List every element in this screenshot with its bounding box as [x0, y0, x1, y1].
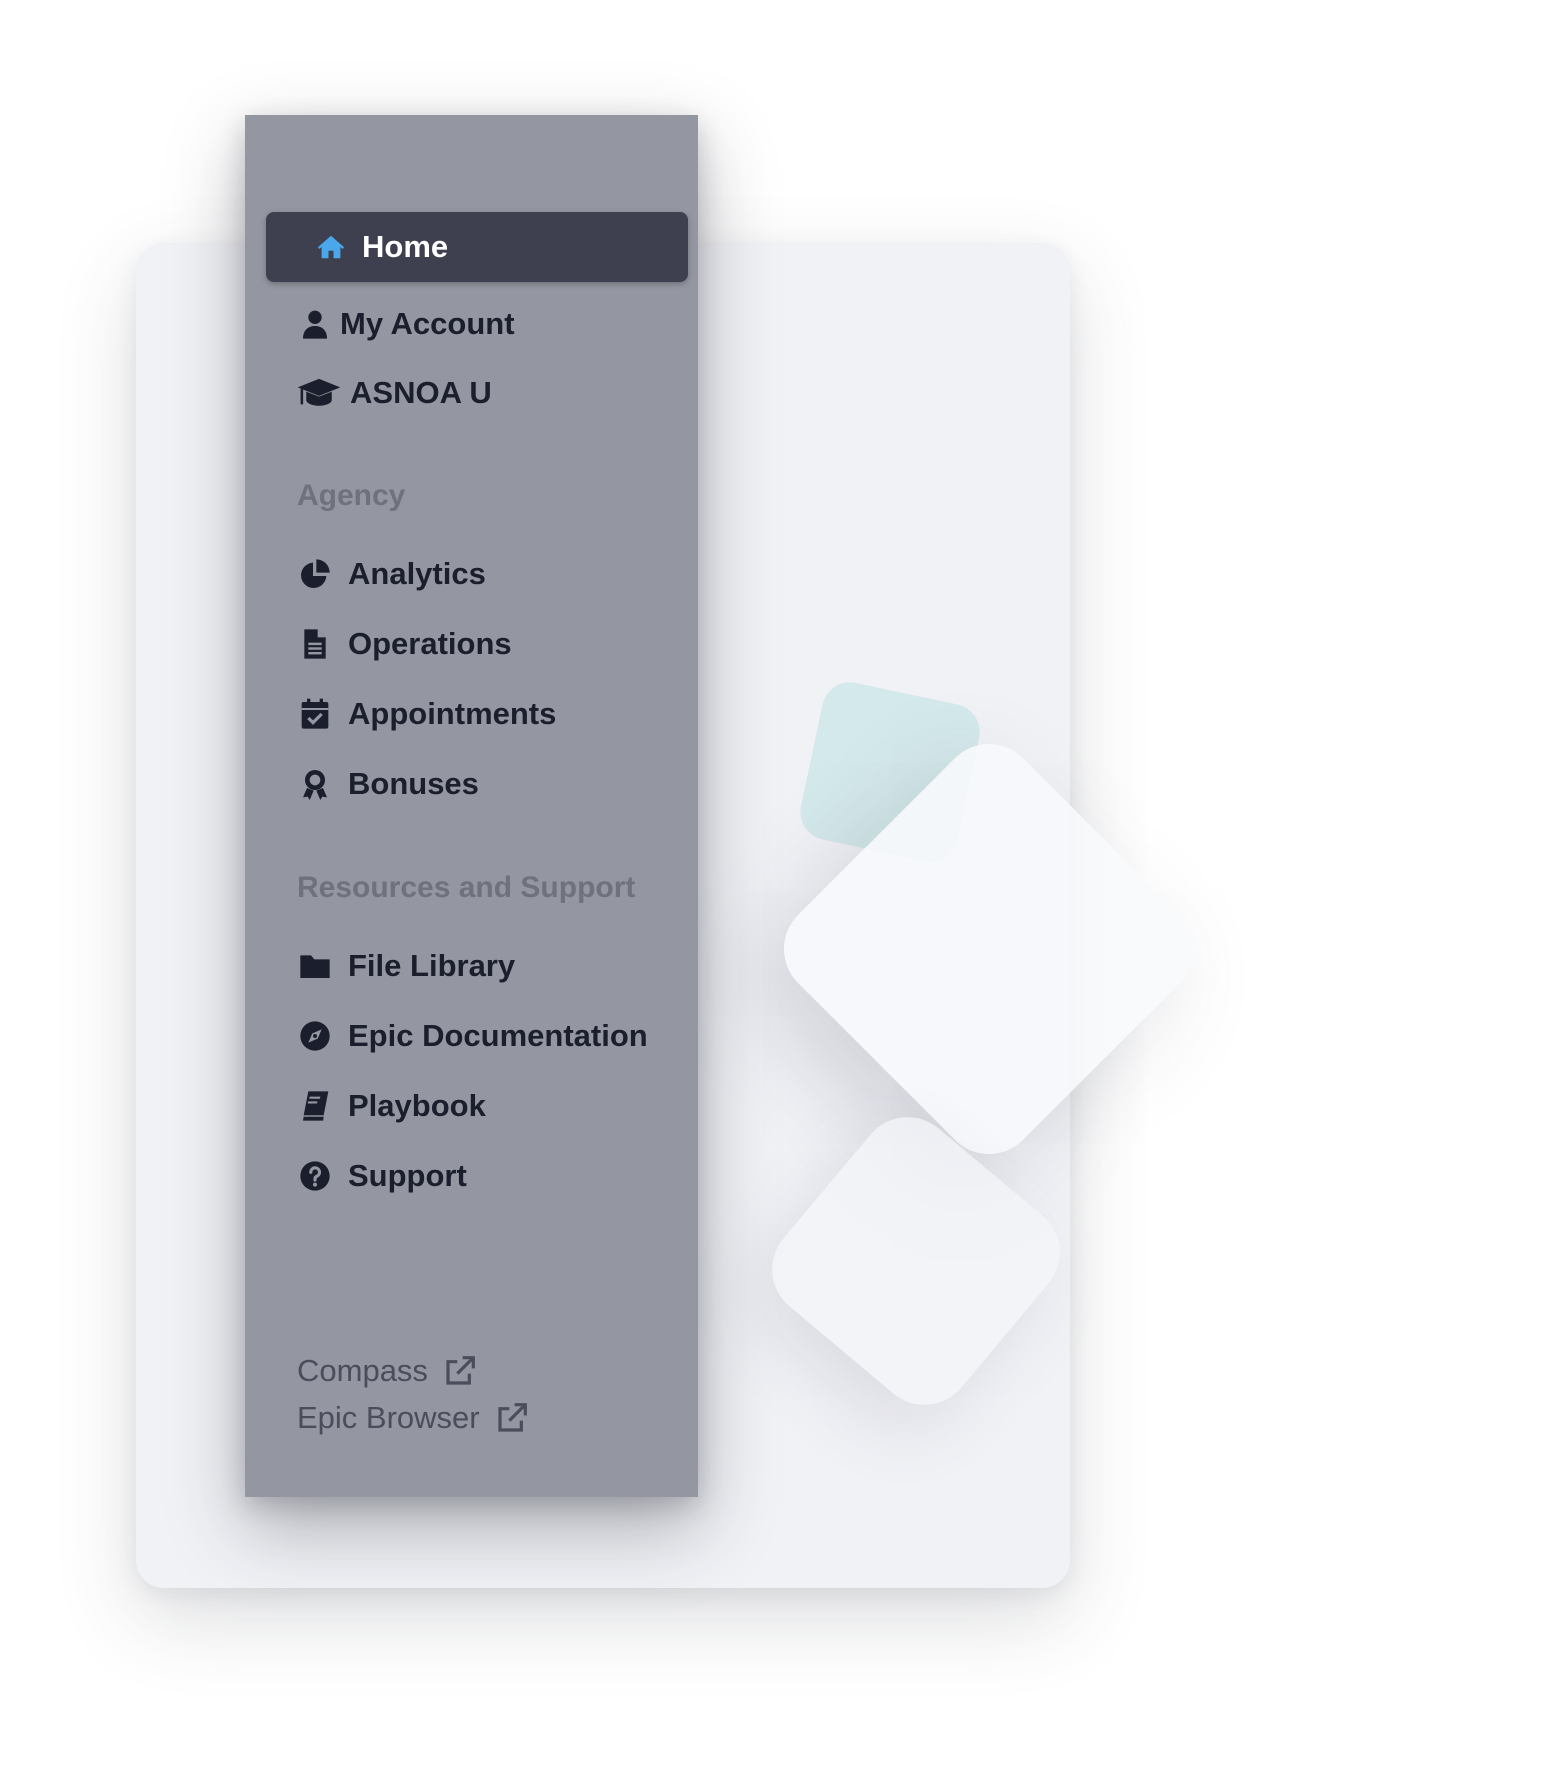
sidebar-item-operations[interactable]: Operations	[296, 618, 512, 670]
sidebar-item-label: Analytics	[348, 556, 486, 591]
folder-icon	[296, 947, 334, 985]
external-link-epic-browser[interactable]: Epic Browser	[297, 1400, 528, 1436]
external-link-icon	[496, 1402, 528, 1434]
graduation-cap-icon	[296, 374, 342, 412]
sidebar-item-support[interactable]: Support	[296, 1150, 467, 1202]
sidebar-item-label: Support	[348, 1158, 467, 1193]
sidebar: Home My Account ASNOA U Agency Analytics…	[245, 115, 698, 1497]
sidebar-item-label: File Library	[348, 948, 516, 983]
sidebar-item-label: Operations	[348, 626, 512, 661]
document-icon	[296, 625, 334, 663]
sidebar-item-appointments[interactable]: Appointments	[296, 688, 556, 740]
sidebar-item-bonuses[interactable]: Bonuses	[296, 758, 479, 810]
question-circle-icon	[296, 1157, 334, 1195]
sidebar-item-asnoa-u[interactable]: ASNOA U	[296, 367, 492, 419]
user-icon	[296, 305, 334, 343]
home-icon	[316, 228, 346, 266]
external-link-label: Epic Browser	[297, 1400, 480, 1435]
sidebar-item-my-account[interactable]: My Account	[296, 298, 515, 350]
compass-icon	[296, 1017, 334, 1055]
sidebar-item-file-library[interactable]: File Library	[296, 940, 515, 992]
sidebar-item-label: Playbook	[348, 1088, 486, 1123]
sidebar-item-analytics[interactable]: Analytics	[296, 548, 486, 600]
sidebar-item-epic-documentation[interactable]: Epic Documentation	[296, 1010, 648, 1062]
sidebar-item-label: Home	[362, 229, 449, 264]
sidebar-item-label: Bonuses	[348, 766, 479, 801]
external-link-compass[interactable]: Compass	[297, 1353, 476, 1389]
section-header-agency: Agency	[297, 479, 406, 512]
calendar-check-icon	[296, 695, 334, 733]
external-link-label: Compass	[297, 1353, 428, 1388]
sidebar-item-label: My Account	[340, 306, 515, 341]
pie-chart-icon	[296, 555, 334, 593]
sidebar-item-label: Epic Documentation	[348, 1018, 648, 1053]
award-icon	[296, 765, 334, 803]
book-icon	[296, 1087, 334, 1125]
section-header-resources-and-support: Resources and Support	[297, 871, 636, 904]
sidebar-item-label: ASNOA U	[350, 375, 492, 410]
sidebar-item-home[interactable]: Home	[266, 212, 688, 282]
external-link-icon	[444, 1355, 476, 1387]
sidebar-item-playbook[interactable]: Playbook	[296, 1080, 486, 1132]
sidebar-item-label: Appointments	[348, 696, 557, 731]
